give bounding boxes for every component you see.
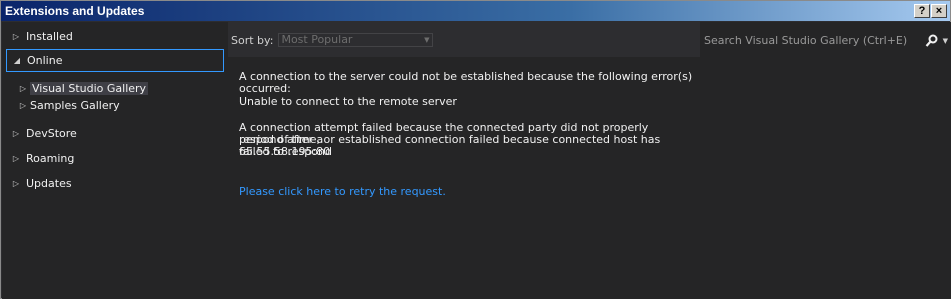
search-box[interactable]: Search Visual Studio Gallery (Ctrl+E) ▼ (704, 32, 948, 49)
sidebar-item-label: Online (27, 54, 63, 67)
help-button[interactable]: ? (914, 4, 930, 18)
collapsed-arrow-icon[interactable]: ▷ (6, 129, 26, 138)
sidebar-item-label: Installed (26, 29, 73, 43)
sort-dropdown[interactable]: Most Popular ▼ (278, 33, 434, 47)
error-message-line: 65.55.58.195:80 (239, 145, 331, 158)
close-button[interactable]: × (931, 4, 947, 18)
sidebar-item-label: DevStore (26, 126, 77, 140)
sidebar-item-devstore[interactable]: ▷ DevStore (6, 122, 224, 144)
sidebar-item-roaming[interactable]: ▷ Roaming (6, 147, 224, 169)
error-message-line: Unable to connect to the remote server (239, 95, 457, 108)
sidebar-item-label: Samples Gallery (30, 98, 120, 112)
sidebar: ▷ Installed ◢ Online ▷ Visual Studio Gal… (2, 22, 228, 299)
sidebar-item-label: Updates (26, 176, 72, 190)
sidebar-item-online[interactable]: ◢ Online (6, 49, 224, 72)
sort-value: Most Popular (281, 33, 353, 46)
chevron-down-icon[interactable]: ▼ (943, 37, 948, 45)
collapsed-arrow-icon[interactable]: ▷ (16, 101, 30, 110)
main-content: Sort by: Most Popular ▼ A connection to … (228, 22, 700, 299)
sort-row: Sort by: Most Popular ▼ (231, 33, 434, 47)
collapsed-arrow-icon[interactable]: ▷ (6, 154, 26, 163)
sidebar-item-installed[interactable]: ▷ Installed (6, 25, 224, 47)
sidebar-item-updates[interactable]: ▷ Updates (6, 172, 224, 194)
sidebar-item-label: Visual Studio Gallery (30, 81, 149, 95)
collapsed-arrow-icon[interactable]: ▷ (6, 179, 26, 188)
expanded-arrow-icon[interactable]: ◢ (7, 56, 27, 65)
chevron-down-icon: ▼ (424, 36, 430, 44)
window-title: Extensions and Updates (5, 4, 145, 18)
collapsed-arrow-icon[interactable]: ▷ (6, 32, 26, 41)
collapsed-arrow-icon[interactable]: ▷ (16, 84, 30, 93)
title-bar: Extensions and Updates ? × (1, 1, 950, 21)
sort-label: Sort by: (231, 33, 274, 47)
sidebar-item-samples-gallery[interactable]: ▷ Samples Gallery (16, 97, 120, 113)
search-icon[interactable] (925, 34, 941, 48)
search-input[interactable]: Search Visual Studio Gallery (Ctrl+E) (704, 34, 925, 47)
sidebar-item-visual-studio-gallery[interactable]: ▷ Visual Studio Gallery (16, 80, 149, 96)
sidebar-item-label: Roaming (26, 151, 75, 165)
error-message-line: A connection to the server could not be … (239, 70, 693, 95)
details-panel: Search Visual Studio Gallery (Ctrl+E) ▼ (700, 22, 951, 299)
retry-link[interactable]: Please click here to retry the request. (239, 186, 694, 198)
extensions-window: Extensions and Updates ? × ▷ Installed ◢… (0, 0, 951, 299)
error-panel: A connection to the server could not be … (228, 57, 700, 299)
